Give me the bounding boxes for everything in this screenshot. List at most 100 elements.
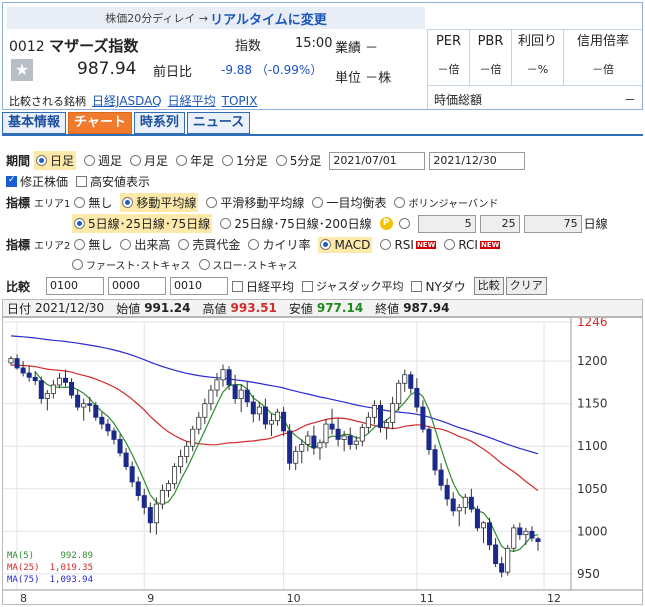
compare-check-label: ジャスダック平均 <box>316 280 404 293</box>
adjusted-price-check[interactable]: 修正株価 <box>6 173 68 190</box>
y-tick-label: 1000 <box>577 524 608 538</box>
tab-bar: 基本情報 チャート 時系列 ニュース <box>2 112 251 134</box>
candle-body <box>505 547 511 573</box>
day-unit-label: 日線 <box>583 217 608 231</box>
area2-rci[interactable]: RCI NEW <box>444 238 501 252</box>
area2-option-label: RSI <box>394 237 414 252</box>
ma-custom-input-3[interactable]: 75 <box>523 214 582 233</box>
candle-body <box>256 406 262 415</box>
tab-basic-info[interactable]: 基本情報 <box>2 112 67 134</box>
star-icon[interactable]: ★ <box>11 59 33 81</box>
tab-time-series[interactable]: 時系列 <box>133 112 185 134</box>
high-label: 高値 <box>202 301 227 316</box>
y-tick-label: 1100 <box>577 439 608 453</box>
candle-body <box>226 369 232 386</box>
clear-button[interactable]: クリア <box>505 277 547 295</box>
area2-fast-stochastic[interactable]: ファースト･ストキャス <box>72 257 191 272</box>
compare-nikkei-check[interactable]: 日経平均 <box>232 278 294 295</box>
area1-moving-average[interactable]: 移動平均線 <box>120 193 199 212</box>
ma-custom-input-2[interactable]: 25 <box>479 214 520 233</box>
ma-option-25-75-200[interactable]: 25日線･75日線･200日線 <box>220 215 372 232</box>
area1-none[interactable]: 無し <box>74 194 112 211</box>
realtime-link[interactable]: リアルタイムに変更 <box>210 9 327 28</box>
period-daily[interactable]: 日足 <box>34 151 77 170</box>
compare-code-input-2[interactable]: 0000 <box>108 277 167 295</box>
candlestick-chart[interactable]: 1246 1200 1150 1100 1050 1000 950 8 9 10 11 12 <box>3 318 643 605</box>
compare-check-label: NYダウ <box>425 279 466 294</box>
candle-body <box>323 423 329 444</box>
area2-option-label: MACD <box>334 237 371 252</box>
y-tick-label: 950 <box>577 567 600 581</box>
compare-jasdaq-check[interactable]: ジャスダック平均 <box>302 278 403 294</box>
area2-rsi[interactable]: RSI NEW <box>380 237 437 252</box>
x-tick-label: 9 <box>147 592 154 605</box>
compare-link-topix[interactable]: TOPIX <box>222 94 258 108</box>
ma-option-5-25-75[interactable]: 5日線･25日線･75日線 <box>72 214 213 233</box>
adjusted-price-label: 修正株価 <box>20 175 69 189</box>
low-value: 977.14 <box>316 301 364 315</box>
new-badge: NEW <box>415 240 437 249</box>
ma-custom-radio[interactable] <box>398 218 410 229</box>
date-to-input[interactable]: 2021/12/30 <box>429 151 526 170</box>
ma-legend: MA(5) 992.89 MA(25) 1,019.35 MA(75) 1,093.9… <box>7 550 93 586</box>
highlow-check[interactable]: 高安値表示 <box>76 173 150 190</box>
market-cap: 時価総額 － <box>427 85 642 109</box>
price-chart[interactable]: 1246 1200 1150 1100 1050 1000 950 8 9 10 11 12 MA(5… <box>2 317 643 605</box>
candle-body <box>384 421 390 428</box>
tab-chart[interactable]: チャート <box>68 112 132 134</box>
compare-nydow-check[interactable]: NYダウ <box>411 278 466 295</box>
area2-turnover[interactable]: 売買代金 <box>178 236 240 253</box>
metric-value: －倍 <box>592 63 614 76</box>
area2-none[interactable]: 無し <box>74 236 112 253</box>
candle-body <box>529 530 535 539</box>
period-weekly[interactable]: 週足 <box>84 152 122 169</box>
date-from-input[interactable]: 2021/07/01 <box>329 151 426 170</box>
compare-link-jasdaq[interactable]: 日経JASDAQ <box>92 92 162 109</box>
area2-macd[interactable]: MACD <box>318 236 373 253</box>
area1-ichimoku[interactable]: 一目均衡表 <box>312 194 386 211</box>
compare-button[interactable]: 比較 <box>473 277 504 295</box>
candle-body <box>377 404 384 428</box>
candle-body <box>438 469 444 486</box>
open-value: 991.24 <box>144 301 191 315</box>
period-5min[interactable]: 5分足 <box>275 152 321 169</box>
radio-icon <box>178 239 190 250</box>
candle-body <box>444 484 450 500</box>
compare-code-input-3[interactable]: 0010 <box>170 277 229 295</box>
period-1min[interactable]: 1分足 <box>222 152 268 169</box>
open-label: 始値 <box>116 301 141 316</box>
stock-code: 0012 <box>9 39 45 55</box>
ma-custom-input-1[interactable]: 5 <box>417 214 476 233</box>
period-yearly[interactable]: 年足 <box>176 152 214 169</box>
metric-margin-ratio: 信用倍率 －倍 <box>563 30 642 85</box>
candle-body <box>208 389 214 405</box>
period-row: 期間 日足 週足 月足 年足 1分足 5分足 2021/07/01 2021/1… <box>6 151 526 170</box>
y-tick-label: 1050 <box>577 482 608 496</box>
candle-body <box>365 416 371 428</box>
period-option-label: 1分足 <box>236 154 268 168</box>
area1-smoothed-ma[interactable]: 平滑移動平均線 <box>206 194 304 211</box>
area1-bollinger[interactable]: ボリンジャーバンド <box>394 195 498 210</box>
candle-body <box>32 376 38 382</box>
indicator-label: 指標 <box>6 238 31 252</box>
period-monthly[interactable]: 月足 <box>130 152 168 169</box>
radio-icon <box>198 259 210 270</box>
compare-code-input-1[interactable]: 0100 <box>46 277 105 295</box>
candle-body <box>141 495 147 508</box>
candle-body <box>196 416 202 430</box>
area2-slow-stochastic[interactable]: スロー･ストキャス <box>198 257 298 272</box>
candle-body <box>462 496 468 508</box>
area2-row-b: ファースト･ストキャス スロー･ストキャス <box>72 257 306 272</box>
radio-icon <box>120 239 132 250</box>
area2-deviation[interactable]: カイリ率 <box>248 236 310 253</box>
area2-volume[interactable]: 出来高 <box>120 236 170 253</box>
quote-time: 15:00 <box>295 36 333 51</box>
stock-title: 0012 マザーズ指数 <box>9 35 138 56</box>
candle-body <box>44 393 50 399</box>
candle-body <box>474 508 480 529</box>
candle-body <box>493 544 499 565</box>
candle-body <box>165 483 172 491</box>
compare-link-nikkei[interactable]: 日経平均 <box>168 92 216 109</box>
tab-news[interactable]: ニュース <box>186 112 251 134</box>
radio-icon <box>320 239 332 250</box>
